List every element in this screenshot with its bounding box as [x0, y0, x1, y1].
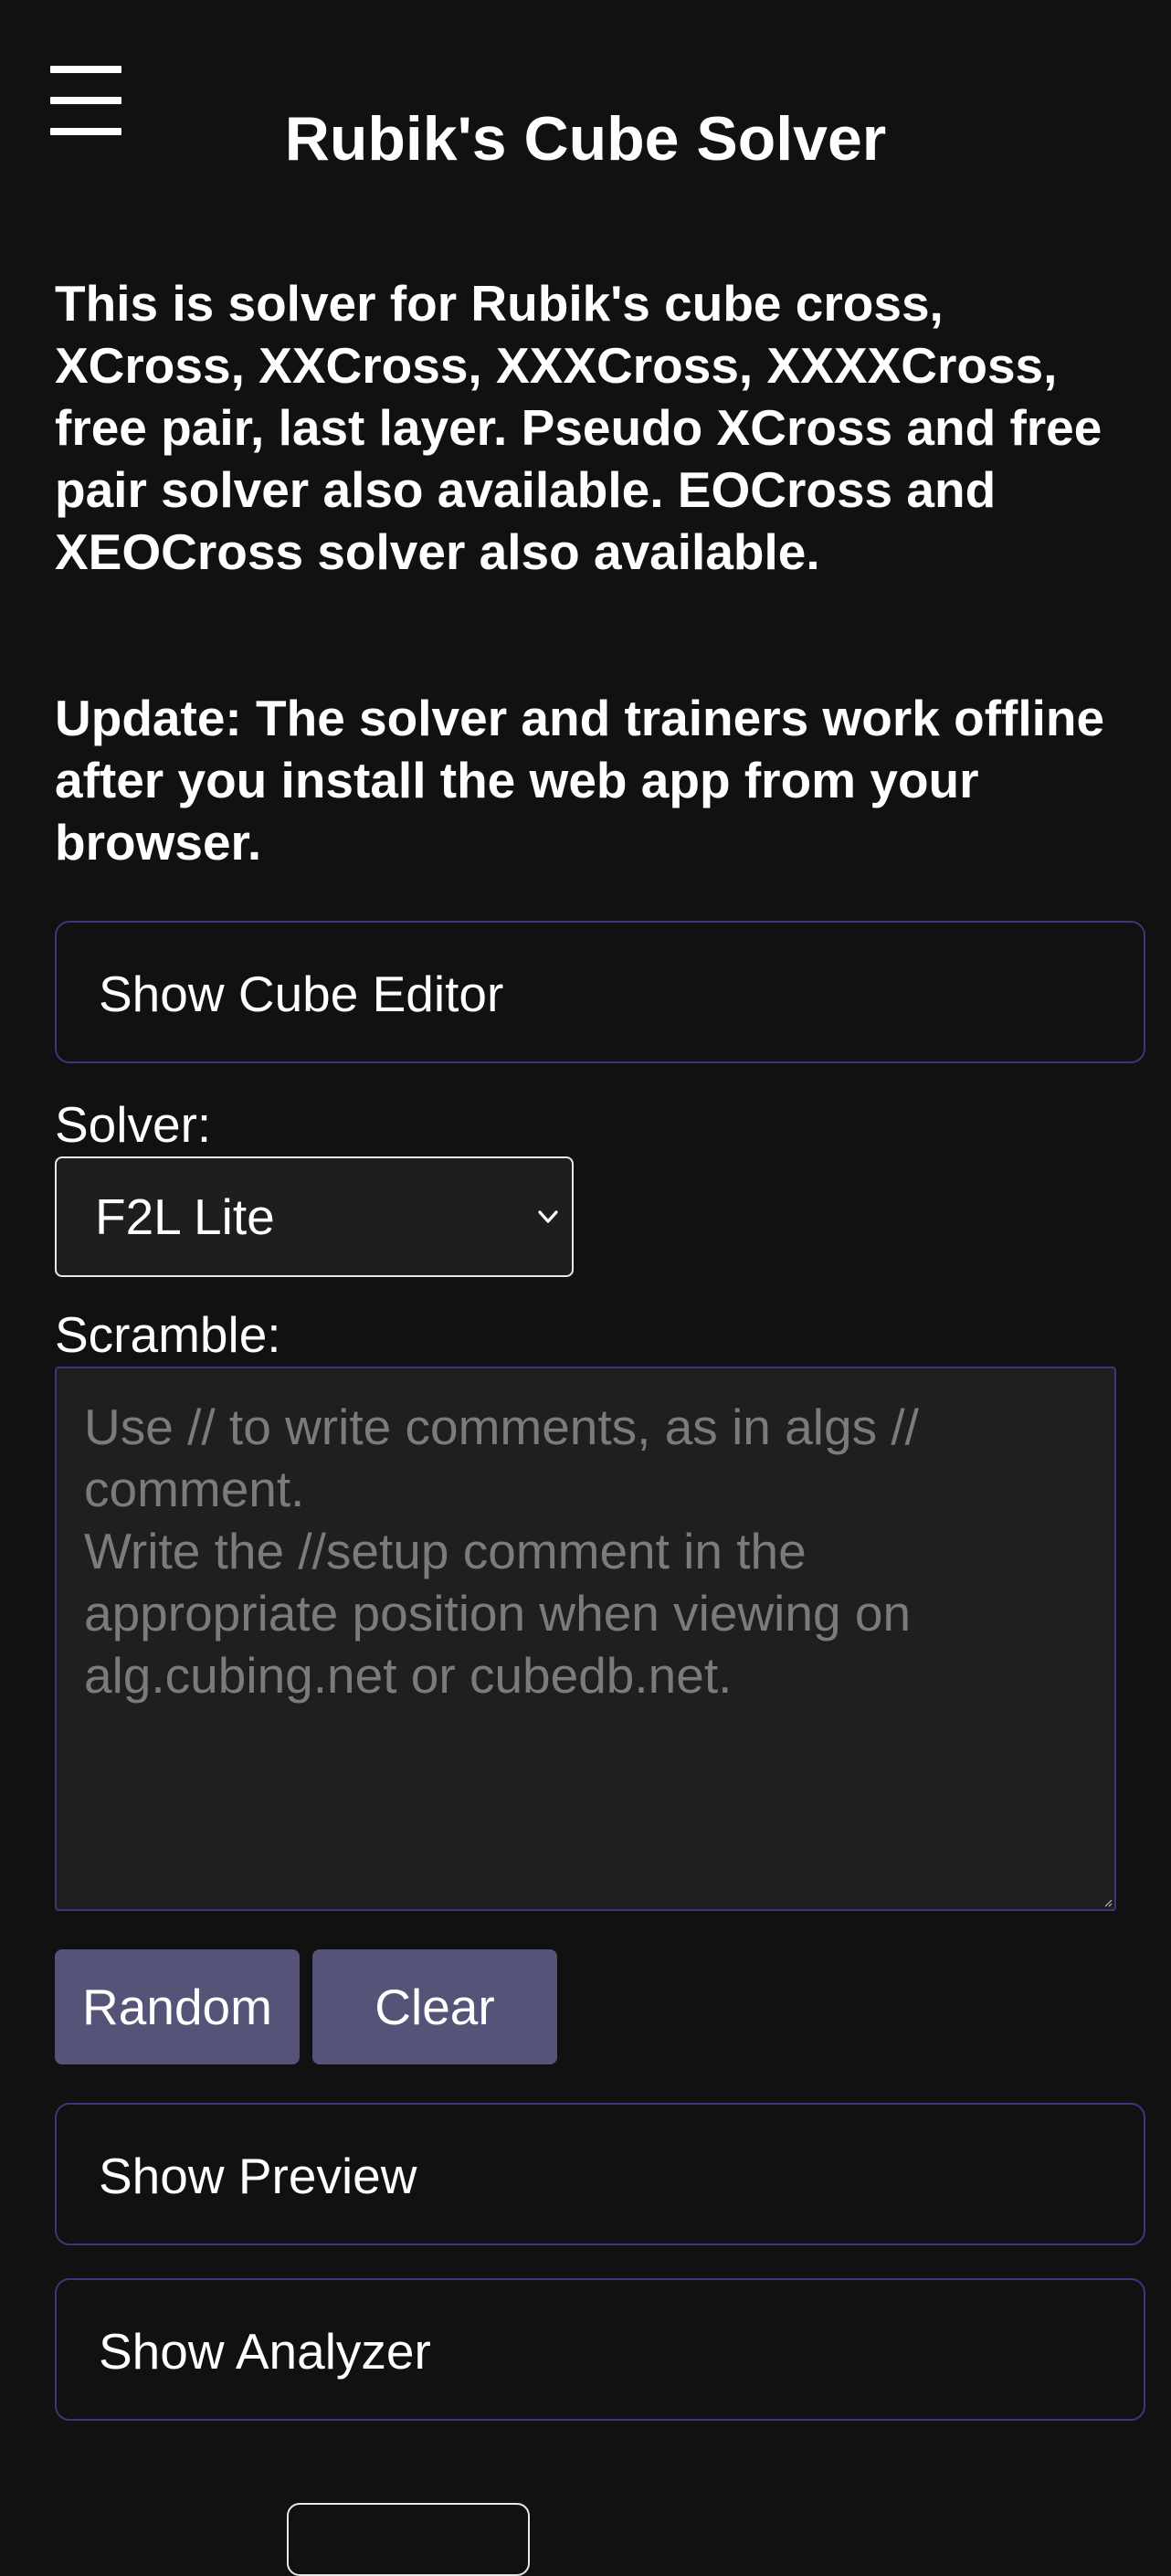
- scramble-placeholder: Use // to write comments, as in algs // …: [84, 1396, 1087, 1706]
- menu-bar-top: [50, 66, 121, 73]
- placeholder-line-5: alg.cubing.net or cubedb.net.: [84, 1647, 733, 1704]
- show-analyzer-button[interactable]: Show Analyzer: [55, 2278, 1145, 2421]
- show-cube-editor-button[interactable]: Show Cube Editor: [55, 921, 1145, 1063]
- placeholder-line-3: Write the //setup comment in the: [84, 1523, 807, 1579]
- page-title: Rubik's Cube Solver: [284, 104, 887, 174]
- partial-button[interactable]: [287, 2503, 530, 2576]
- update-notice: Update: The solver and trainers work off…: [55, 690, 1105, 871]
- random-button[interactable]: Random: [55, 1949, 300, 2064]
- intro-description: This is solver for Rubik's cube cross, X…: [55, 275, 1102, 580]
- scramble-label: Scramble:: [55, 1306, 281, 1363]
- show-preview-button[interactable]: Show Preview: [55, 2103, 1145, 2245]
- scramble-input[interactable]: Use // to write comments, as in algs // …: [55, 1367, 1116, 1911]
- clear-button[interactable]: Clear: [312, 1949, 557, 2064]
- placeholder-line-4: appropriate position when viewing on: [84, 1585, 912, 1642]
- placeholder-line-2: comment.: [84, 1461, 305, 1517]
- placeholder-line-1: Use // to write comments, as in algs //: [84, 1399, 919, 1455]
- solver-label: Solver:: [55, 1096, 212, 1153]
- solver-select-value: F2L Lite: [95, 1188, 275, 1245]
- solver-select[interactable]: F2L Lite: [55, 1156, 574, 1277]
- resize-grip-icon[interactable]: [1103, 1898, 1113, 1907]
- chevron-down-icon: [538, 1210, 558, 1223]
